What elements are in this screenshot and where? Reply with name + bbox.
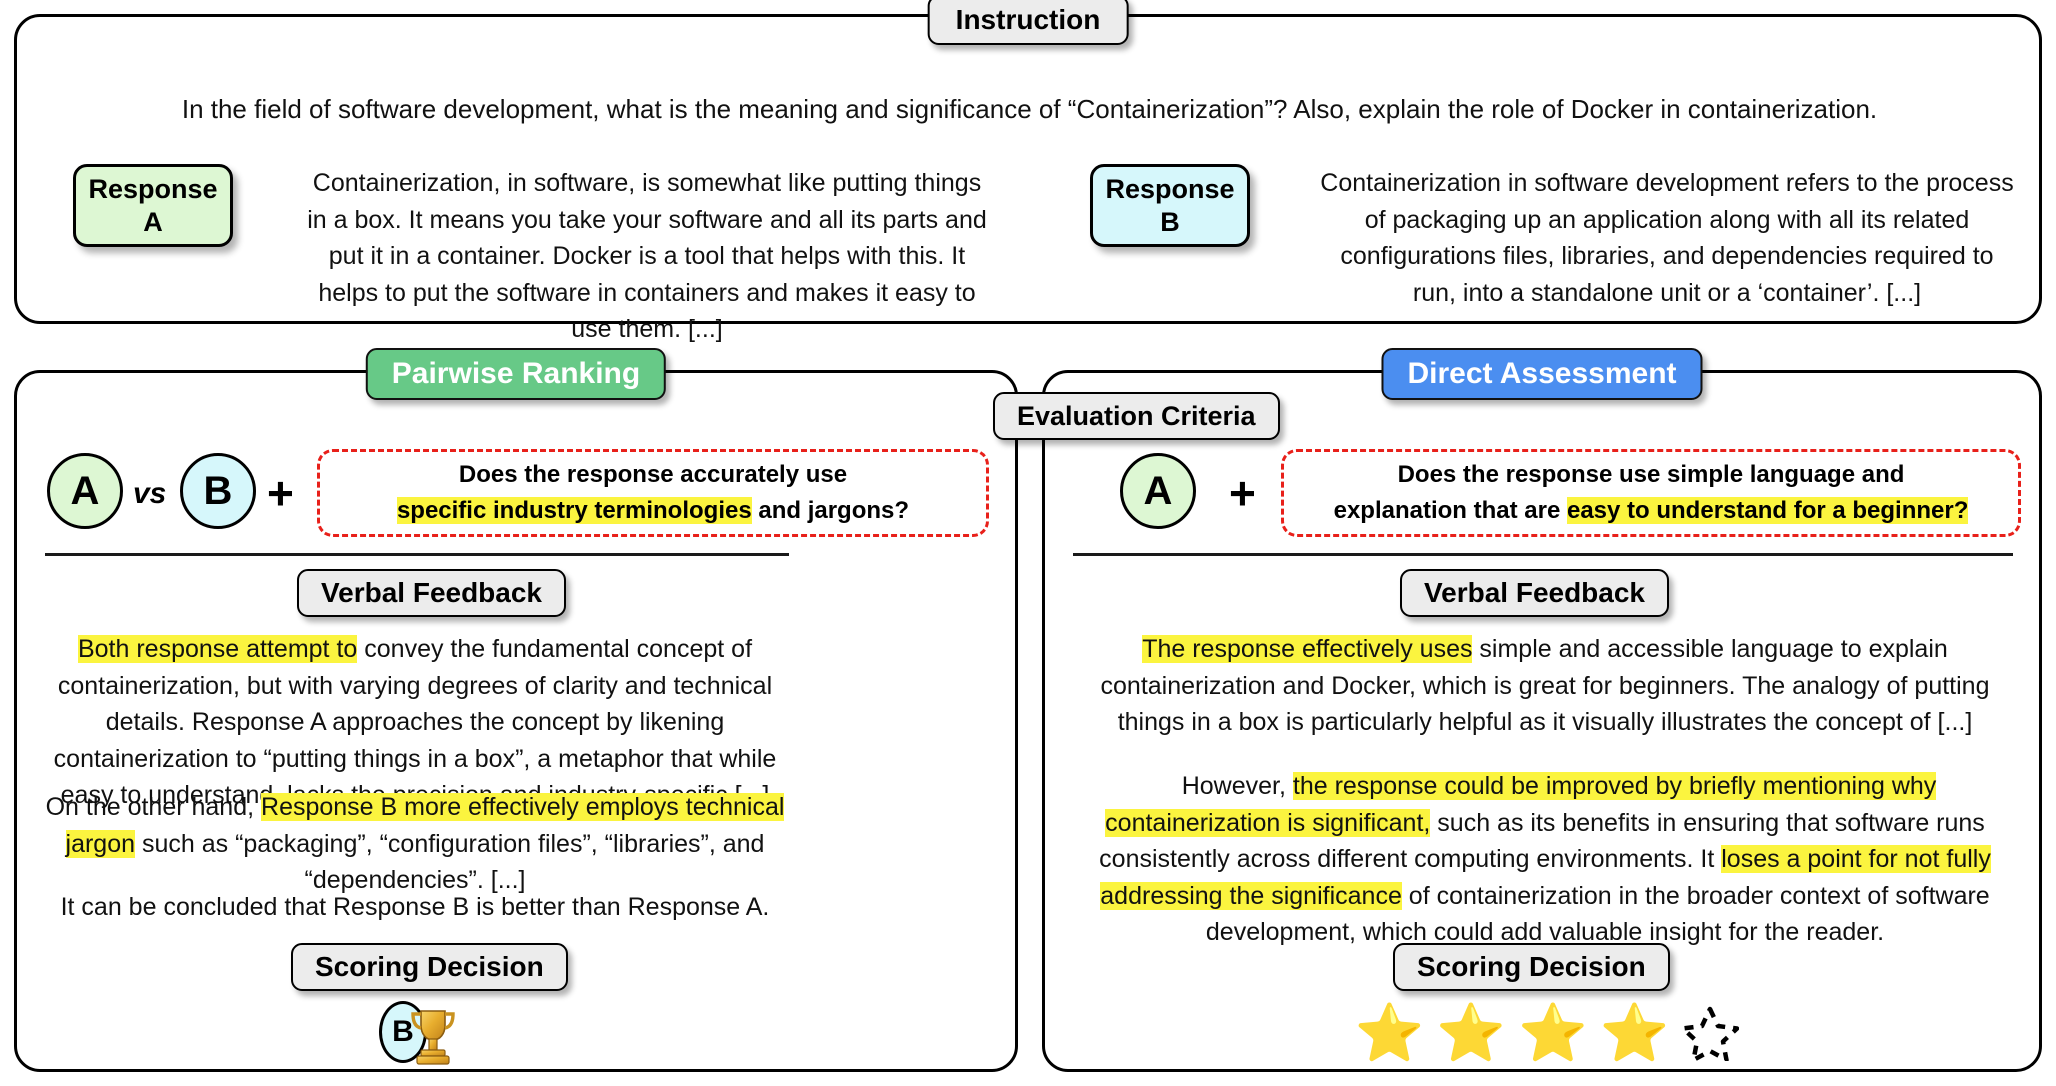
direct-circle-a-label: A	[1143, 468, 1173, 513]
pairwise-verbal-feedback-label: Verbal Feedback	[321, 577, 543, 608]
pairwise-scoring-decision-label: Scoring Decision	[315, 951, 544, 982]
pairwise-ranking-title: Pairwise Ranking	[391, 357, 641, 390]
direct-verbal-feedback-badge: Verbal Feedback	[1400, 569, 1670, 617]
pairwise-feedback-p1-highlight: Both response attempt to	[77, 635, 358, 663]
response-a-label-box: Response A	[73, 164, 233, 247]
direct-verbal-feedback-label: Verbal Feedback	[1424, 577, 1646, 608]
response-a-label-line1: Response	[88, 173, 218, 204]
star-icon[interactable]: ⭐	[1436, 1005, 1506, 1061]
pairwise-divider	[45, 553, 789, 556]
direct-assessment-title-badge: Direct Assessment	[1381, 348, 1703, 400]
direct-assessment-title: Direct Assessment	[1407, 357, 1677, 390]
pairwise-ranking-panel: Pairwise Ranking A vs B + Does the respo…	[14, 348, 1018, 1072]
direct-assessment-panel: Direct Assessment A + Does the response …	[1042, 348, 2042, 1072]
response-b-label-line2: B	[1160, 206, 1180, 237]
pairwise-circle-b: B	[180, 453, 256, 529]
pairwise-criteria-box: Does the response accurately use specifi…	[317, 449, 989, 537]
response-b-label-box: Response B	[1090, 164, 1250, 247]
response-a-label-line2: A	[143, 206, 163, 237]
direct-feedback-p1-highlight: The response effectively uses	[1142, 635, 1473, 663]
instruction-badge-label: Instruction	[955, 4, 1101, 35]
direct-feedback-p2-a: However,	[1181, 772, 1293, 800]
direct-criteria-box: Does the response use simple language an…	[1281, 449, 2021, 537]
pairwise-scoring-decision-badge: Scoring Decision	[291, 943, 568, 991]
direct-feedback-paragraph-1: The response effectively uses simple and…	[1067, 631, 2023, 741]
response-a-text: Containerization, in software, is somewh…	[307, 169, 987, 343]
direct-divider	[1073, 553, 2013, 556]
pairwise-circle-b-label: B	[203, 468, 233, 513]
direct-criteria-highlight: easy to understand for a beginner?	[1566, 497, 1969, 524]
star-icon[interactable]: ⭐	[1355, 1005, 1425, 1061]
pairwise-circle-a: A	[47, 453, 123, 529]
star-icon[interactable]: ⭐	[1518, 1005, 1588, 1061]
pairwise-plus-sign: +	[267, 467, 294, 519]
star-icon[interactable]: ⭐	[1600, 1005, 1670, 1061]
pairwise-criteria-line1: Does the response accurately use	[458, 461, 848, 489]
pairwise-ranking-title-badge: Pairwise Ranking	[365, 348, 667, 400]
pairwise-feedback-conclusion: It can be concluded that Response B is b…	[60, 893, 770, 921]
versus-label: vs	[133, 477, 167, 510]
pairwise-criteria-tail: and jargons?	[751, 497, 910, 524]
pairwise-winner-group: B	[379, 1001, 499, 1067]
trophy-icon	[411, 1010, 455, 1065]
pairwise-feedback-paragraph-1: Both response attempt to convey the fund…	[39, 631, 791, 814]
pairwise-criteria-highlight: specific industry terminologies	[396, 497, 752, 524]
pairwise-verbal-feedback-badge: Verbal Feedback	[297, 569, 567, 617]
response-b-text: Containerization in software development…	[1320, 169, 2014, 307]
direct-feedback-paragraph-2: However, the response could be improved …	[1067, 768, 2023, 951]
direct-criteria-line2-pre: explanation that are	[1333, 497, 1567, 524]
pairwise-circle-a-label: A	[70, 468, 100, 513]
instruction-panel: Instruction In the field of software dev…	[14, 0, 2042, 343]
direct-scoring-decision-label: Scoring Decision	[1417, 951, 1646, 982]
direct-circle-a: A	[1120, 453, 1196, 529]
instruction-badge: Instruction	[927, 0, 1129, 45]
direct-star-rating[interactable]: ⭐ ⭐ ⭐ ⭐	[1337, 1005, 1757, 1061]
pairwise-feedback-p2-rest: such as “packaging”, “configuration file…	[135, 829, 765, 895]
instruction-text: In the field of software development, wh…	[181, 94, 1878, 124]
evaluation-criteria-label: Evaluation Criteria	[1017, 400, 1256, 431]
star-outline-icon[interactable]	[1681, 1005, 1740, 1061]
direct-criteria-line1: Does the response use simple language an…	[1397, 461, 1905, 489]
evaluation-criteria-badge: Evaluation Criteria	[993, 392, 1280, 440]
pairwise-feedback-p2-pre: On the other hand,	[45, 793, 262, 821]
direct-plus-sign: +	[1229, 467, 1256, 519]
response-b-label-line1: Response	[1105, 173, 1235, 204]
direct-scoring-decision-badge: Scoring Decision	[1393, 943, 1670, 991]
pairwise-feedback-paragraph-2: On the other hand, Response B more effec…	[39, 789, 791, 899]
